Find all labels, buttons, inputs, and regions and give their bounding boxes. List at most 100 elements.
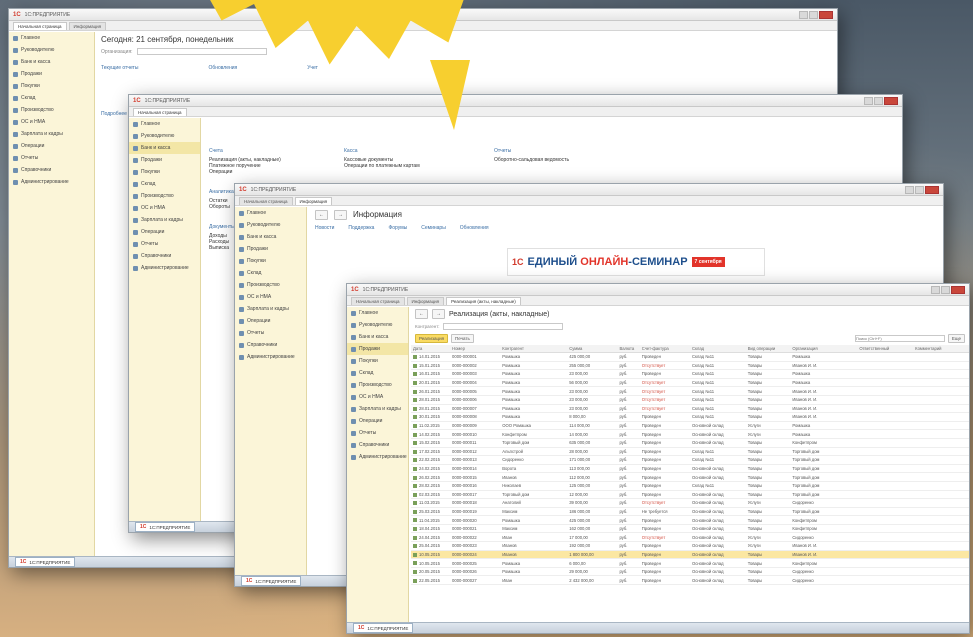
org-field[interactable] xyxy=(136,48,267,55)
tab-home[interactable]: Начальная страница xyxy=(351,297,405,305)
tab-home[interactable]: Начальная страница xyxy=(13,22,67,30)
sidebar-item[interactable]: Справочники xyxy=(129,250,200,262)
column-header[interactable]: Номер xyxy=(450,345,501,353)
column-header[interactable]: Вид операции xyxy=(745,345,791,353)
column-header[interactable]: Организация xyxy=(790,345,858,353)
close-button[interactable] xyxy=(951,285,965,294)
table-row[interactable]: 26.01.2015 0000-000005 Ромашка 23 000,00 руб… xyxy=(411,386,969,396)
sidebar-item[interactable]: Отчеты xyxy=(9,152,94,164)
sidebar-item[interactable]: Банк и касса xyxy=(347,331,408,343)
sidebar-item[interactable]: Руководителю xyxy=(129,130,200,142)
sidebar-item[interactable]: Справочники xyxy=(9,164,94,176)
info-link[interactable]: Поддержка xyxy=(348,225,374,231)
table-row[interactable]: 24.04.2015 0000-000022 Иван 17 000,00 руб. От… xyxy=(411,532,969,543)
column-header[interactable]: Сумма xyxy=(567,345,618,353)
table-row[interactable]: 14.02.2015 0000-000010 Конфетпром 14 000,00… xyxy=(411,429,969,439)
table-row[interactable]: 30.01.2015 0000-000008 Ромашка 8 000,00 руб.… xyxy=(411,412,969,422)
sidebar-item[interactable]: Операции xyxy=(129,226,200,238)
forward-button[interactable]: → xyxy=(334,210,347,220)
tab-home[interactable]: Начальная страница xyxy=(239,197,293,205)
info-link[interactable]: Семинары xyxy=(421,225,446,231)
forward-button[interactable]: → xyxy=(432,309,445,319)
table-row[interactable]: 14.01.2015 0000-000001 Ромашка 425 000,00 ру… xyxy=(411,352,969,362)
tab-info[interactable]: Информация xyxy=(294,197,333,205)
sidebar-item[interactable]: Операции xyxy=(9,140,94,152)
table-row[interactable]: 11.02.2015 0000-000009 ООО Ромашка 114 000,… xyxy=(411,421,969,431)
create-button[interactable]: Реализация xyxy=(415,334,449,343)
sidebar-item[interactable]: Продажи xyxy=(347,343,408,355)
sidebar-item[interactable]: Главное xyxy=(235,207,306,219)
sidebar-item[interactable]: Банк и касса xyxy=(9,56,94,68)
maximize-button[interactable] xyxy=(941,285,950,294)
maximize-button[interactable] xyxy=(915,185,924,194)
table-row[interactable]: 20.01.2015 0000-000004 Ромашка 56 000,00 руб… xyxy=(411,378,969,388)
close-button[interactable] xyxy=(925,185,939,194)
sidebar-item[interactable]: Отчеты xyxy=(347,427,408,439)
sidebar-item[interactable]: Администрирование xyxy=(347,451,408,463)
sidebar-item[interactable]: Покупки xyxy=(129,166,200,178)
sidebar-item[interactable]: Производство xyxy=(347,379,408,391)
table-row[interactable]: 02.03.2015 0000-000017 Торговый дом 12 000,… xyxy=(411,490,969,500)
section-current-reports[interactable]: Текущие отчеты xyxy=(101,65,138,71)
contractor-filter-field[interactable] xyxy=(442,323,563,330)
sidebar-item[interactable]: Производство xyxy=(235,279,306,291)
sidebar-item[interactable]: Отчеты xyxy=(235,327,306,339)
tab-home[interactable]: Начальная страница xyxy=(133,108,187,116)
column-header[interactable]: Валюта xyxy=(617,345,640,353)
sidebar-item[interactable]: Зарплата и кадры xyxy=(235,303,306,315)
sidebar-item[interactable]: Администрирование xyxy=(129,262,200,274)
table-row[interactable]: 10.05.2015 0000-000025 Ромашка 6 000,00 руб.… xyxy=(411,558,969,568)
section-accounting[interactable]: Учет xyxy=(307,65,318,71)
sidebar-item[interactable]: Отчеты xyxy=(129,238,200,250)
promo-banner[interactable]: 1С ЕДИНЫЙ ОНЛАЙН-СЕМИНАР 7 сентября xyxy=(507,248,765,276)
sidebar-item[interactable]: Склад xyxy=(347,367,408,379)
table-row[interactable]: 25.03.2015 0000-000019 Максим 186 000,00 руб… xyxy=(411,507,969,517)
column-header[interactable]: Счет-фактура xyxy=(639,345,690,353)
minimize-button[interactable] xyxy=(799,10,808,19)
sidebar-item[interactable]: Главное xyxy=(129,118,200,130)
info-link[interactable]: Форумы xyxy=(388,225,407,231)
tab-sales[interactable]: Реализация (акты, накладные) xyxy=(446,297,521,305)
section-updates[interactable]: Обновления xyxy=(208,65,237,71)
minimize-button[interactable] xyxy=(905,185,914,194)
tab-info[interactable]: Информация xyxy=(68,22,107,30)
table-row[interactable]: 22.05.2015 0000-000027 Иван 2 432 000,00 руб… xyxy=(411,575,969,586)
sidebar-item[interactable]: Покупки xyxy=(9,80,94,92)
info-link[interactable]: Новости xyxy=(315,225,334,231)
group-link[interactable]: Операции по платежным картам xyxy=(344,163,454,169)
sidebar-item[interactable]: Склад xyxy=(9,92,94,104)
sidebar-item[interactable]: Продажи xyxy=(129,154,200,166)
sidebar-item[interactable]: Администрирование xyxy=(235,351,306,363)
back-button[interactable]: ← xyxy=(415,309,428,319)
table-row[interactable]: 20.05.2015 0000-000026 Ромашка 29 000,00 руб… xyxy=(411,567,969,577)
sidebar-item[interactable]: Справочники xyxy=(235,339,306,351)
table-row[interactable]: 28.01.2015 0000-000006 Ромашка 23 000,00 руб… xyxy=(411,395,969,405)
sidebar-item[interactable]: Зарплата и кадры xyxy=(9,128,94,140)
sidebar-item[interactable]: Продажи xyxy=(9,68,94,80)
sidebar-item[interactable]: Справочники xyxy=(347,439,408,451)
table-row[interactable]: 16.01.2015 0000-000003 Ромашка 23 000,00 руб… xyxy=(411,369,969,379)
table-row[interactable]: 17.02.2015 0000-000012 Альпстрой 28 000,00 р… xyxy=(411,447,969,457)
column-header[interactable]: Склад xyxy=(689,345,746,353)
taskbar-app-button[interactable]: 1С 1С:ПРЕДПРИЯТИЕ xyxy=(15,557,76,567)
sidebar-item[interactable]: Продажи xyxy=(235,243,306,255)
column-header[interactable]: Комментарий xyxy=(913,345,969,353)
minimize-button[interactable] xyxy=(864,96,873,105)
more-button[interactable]: Еще xyxy=(947,334,965,343)
sidebar-item[interactable]: Операции xyxy=(347,415,408,427)
sidebar-item[interactable]: Главное xyxy=(347,307,408,319)
sidebar-item[interactable]: Склад xyxy=(235,267,306,279)
maximize-button[interactable] xyxy=(874,96,883,105)
sidebar-item[interactable]: Производство xyxy=(9,104,94,116)
table-row[interactable]: 24.02.2015 0000-000014 Ворота 113 000,00 руб… xyxy=(411,464,969,474)
table-row[interactable]: 10.05.2015 0000-000024 Иванов 1 800 000,00 р… xyxy=(411,550,969,560)
close-button[interactable] xyxy=(884,96,898,105)
sidebar-item[interactable]: Покупки xyxy=(347,355,408,367)
sidebar-item[interactable]: Склад xyxy=(129,178,200,190)
sidebar-item[interactable]: Банк и касса xyxy=(129,142,200,154)
table-row[interactable]: 15.01.2015 0000-000002 Ромашка 255 000,00 ру… xyxy=(411,361,969,371)
column-header[interactable]: Ответственный xyxy=(857,345,914,353)
sidebar-item[interactable]: Зарплата и кадры xyxy=(347,403,408,415)
sidebar-item[interactable]: Руководителю xyxy=(347,319,408,331)
sidebar-item[interactable]: Производство xyxy=(129,190,200,202)
